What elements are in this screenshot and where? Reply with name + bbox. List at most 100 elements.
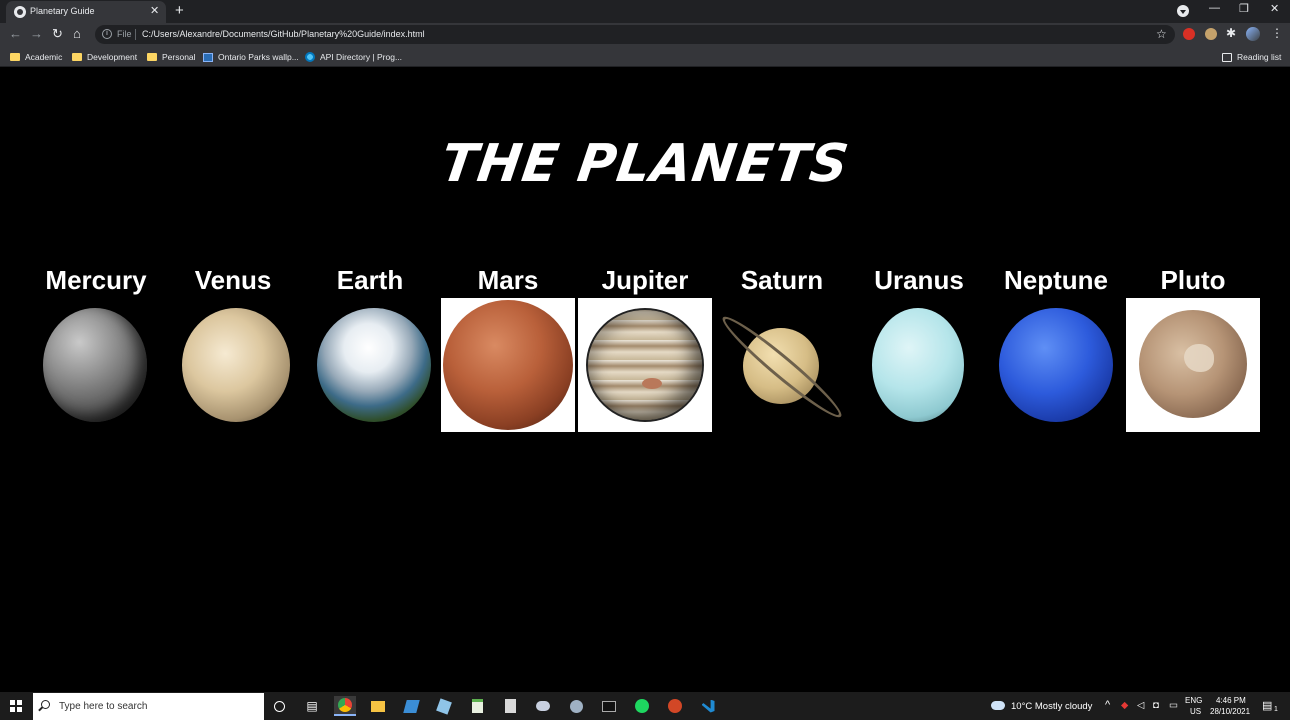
neptune-image <box>999 308 1113 422</box>
planet-image-frame[interactable] <box>441 298 575 432</box>
planet-image-frame[interactable] <box>852 298 986 432</box>
clock-time[interactable]: 4:46 PM <box>1216 696 1246 705</box>
extension-cookie-icon[interactable] <box>1205 28 1217 40</box>
planet-image-frame[interactable] <box>715 298 849 432</box>
search-icon <box>41 700 50 709</box>
app-shape <box>504 699 516 713</box>
new-tab-button[interactable]: + <box>175 2 184 19</box>
task-view-icon[interactable]: ▤ <box>301 696 323 716</box>
profile-avatar[interactable] <box>1246 27 1260 41</box>
app-icon-1[interactable] <box>400 696 422 716</box>
menu-kebab-icon[interactable]: ⋮ <box>1271 26 1283 40</box>
address-bar[interactable]: i File C:/Users/Alexandre/Documents/GitH… <box>95 25 1175 44</box>
bookmark-star-icon[interactable]: ☆ <box>1156 27 1167 41</box>
tab-search-icon[interactable] <box>1177 5 1189 17</box>
extension-red-icon[interactable] <box>1183 28 1195 40</box>
weather-cloud-icon[interactable] <box>991 701 1005 710</box>
planet-name: Mars <box>477 265 539 295</box>
volume-icon[interactable]: ◁ <box>1137 700 1144 711</box>
network-icon[interactable]: ▭ <box>1169 700 1178 711</box>
start-tile <box>17 700 22 705</box>
calculator-icon[interactable] <box>499 696 521 716</box>
reload-icon[interactable]: ↻ <box>52 26 63 42</box>
saturn-ring <box>715 309 849 425</box>
uranus-image <box>872 308 964 422</box>
planet-image-frame[interactable] <box>578 298 712 432</box>
powerpoint-icon[interactable] <box>664 696 686 716</box>
back-arrow-icon[interactable]: ← <box>9 26 22 41</box>
vscode-icon[interactable] <box>697 696 719 716</box>
reading-list-button[interactable]: Reading list <box>1222 50 1281 64</box>
app-shape <box>402 699 420 713</box>
bookmark-api-directory[interactable]: API Directory | Prog... <box>305 50 402 64</box>
planet-image-frame[interactable] <box>303 298 437 432</box>
close-window-icon[interactable]: ✕ <box>1270 2 1279 15</box>
restore-icon[interactable]: ❐ <box>1239 2 1249 15</box>
extensions-puzzle-icon[interactable]: ✱ <box>1226 26 1236 40</box>
bookmark-personal[interactable]: Personal <box>147 50 196 64</box>
url-text[interactable]: C:/Users/Alexandre/Documents/GitHub/Plan… <box>142 29 425 39</box>
folder-shape <box>371 700 385 712</box>
planet-name: Saturn <box>740 265 824 295</box>
pluto-heart-region <box>1184 344 1214 372</box>
planet-name: Pluto <box>1160 265 1226 295</box>
venus-image <box>182 308 290 422</box>
great-red-spot <box>642 378 662 389</box>
planet-name: Jupiter <box>601 265 689 295</box>
bookmark-ontario-parks[interactable]: Ontario Parks wallp... <box>203 50 299 64</box>
minimize-icon[interactable]: — <box>1209 2 1220 14</box>
bookmark-label: API Directory | Prog... <box>320 52 403 62</box>
bookmark-label: Development <box>87 52 138 62</box>
app-shape <box>668 699 682 713</box>
app-icon-3[interactable] <box>532 696 554 716</box>
app-shape <box>602 700 616 712</box>
bookmark-development[interactable]: Development <box>72 50 137 64</box>
earth-image <box>317 308 431 422</box>
clock-date[interactable]: 28/10/2021 <box>1210 707 1250 716</box>
browser-toolbar: ← → ↻ ⌂ i File C:/Users/Alexandre/Docume… <box>0 23 1290 46</box>
security-icon[interactable]: ◘ <box>1153 700 1159 711</box>
language-code[interactable]: ENG <box>1185 696 1202 705</box>
app-shape <box>569 699 583 713</box>
reading-list-label: Reading list <box>1237 52 1282 62</box>
chrome-logo <box>338 698 352 712</box>
planet-name: Uranus <box>874 265 964 295</box>
forward-arrow-icon[interactable]: → <box>30 26 43 41</box>
reading-list-icon <box>1222 52 1232 62</box>
tab-planetary-guide[interactable]: Planetary Guide ✕ <box>6 1 166 23</box>
planet-image-frame[interactable] <box>1126 298 1260 432</box>
folder-icon <box>147 53 157 61</box>
close-tab-button[interactable]: ✕ <box>150 4 159 17</box>
planet-image-frame[interactable] <box>989 298 1123 432</box>
file-explorer-icon[interactable] <box>367 696 389 716</box>
weather-text[interactable]: 10°C Mostly cloudy <box>1011 701 1092 712</box>
mercury-image <box>43 308 147 422</box>
cortana-button[interactable] <box>268 696 290 716</box>
planet-image-frame[interactable] <box>29 298 163 432</box>
search-placeholder: Type here to search <box>59 701 148 712</box>
planet-image-frame[interactable] <box>166 298 300 432</box>
app-shape <box>635 699 649 713</box>
bookmark-label: Personal <box>162 52 196 62</box>
app-icon-2[interactable] <box>433 696 455 716</box>
app-icon-4[interactable] <box>565 696 587 716</box>
api-icon <box>305 52 315 62</box>
spotify-icon[interactable] <box>631 696 653 716</box>
windows-start-icon[interactable] <box>10 700 22 712</box>
chrome-taskbar-icon[interactable] <box>334 696 356 716</box>
page-viewport: THE PLANETS Mercury Venus Earth Mars Jup… <box>0 68 1290 692</box>
tab-title: Planetary Guide <box>30 6 95 16</box>
notification-center-icon[interactable]: ▤ <box>1262 699 1272 712</box>
page-title: THE PLANETS <box>437 134 853 194</box>
taskbar-search-box[interactable]: Type here to search <box>33 693 264 720</box>
terminal-icon[interactable] <box>598 696 620 716</box>
info-icon[interactable]: i <box>102 29 112 39</box>
home-icon[interactable]: ⌂ <box>73 26 81 41</box>
folder-icon <box>72 53 82 61</box>
tray-chevron-icon[interactable]: ^ <box>1105 699 1110 711</box>
tray-app-icon[interactable]: ◆ <box>1121 700 1128 711</box>
notepad-icon[interactable] <box>466 696 488 716</box>
notification-count: 1 <box>1274 706 1278 713</box>
bookmark-academic[interactable]: Academic <box>10 50 62 64</box>
language-region[interactable]: US <box>1190 707 1201 716</box>
